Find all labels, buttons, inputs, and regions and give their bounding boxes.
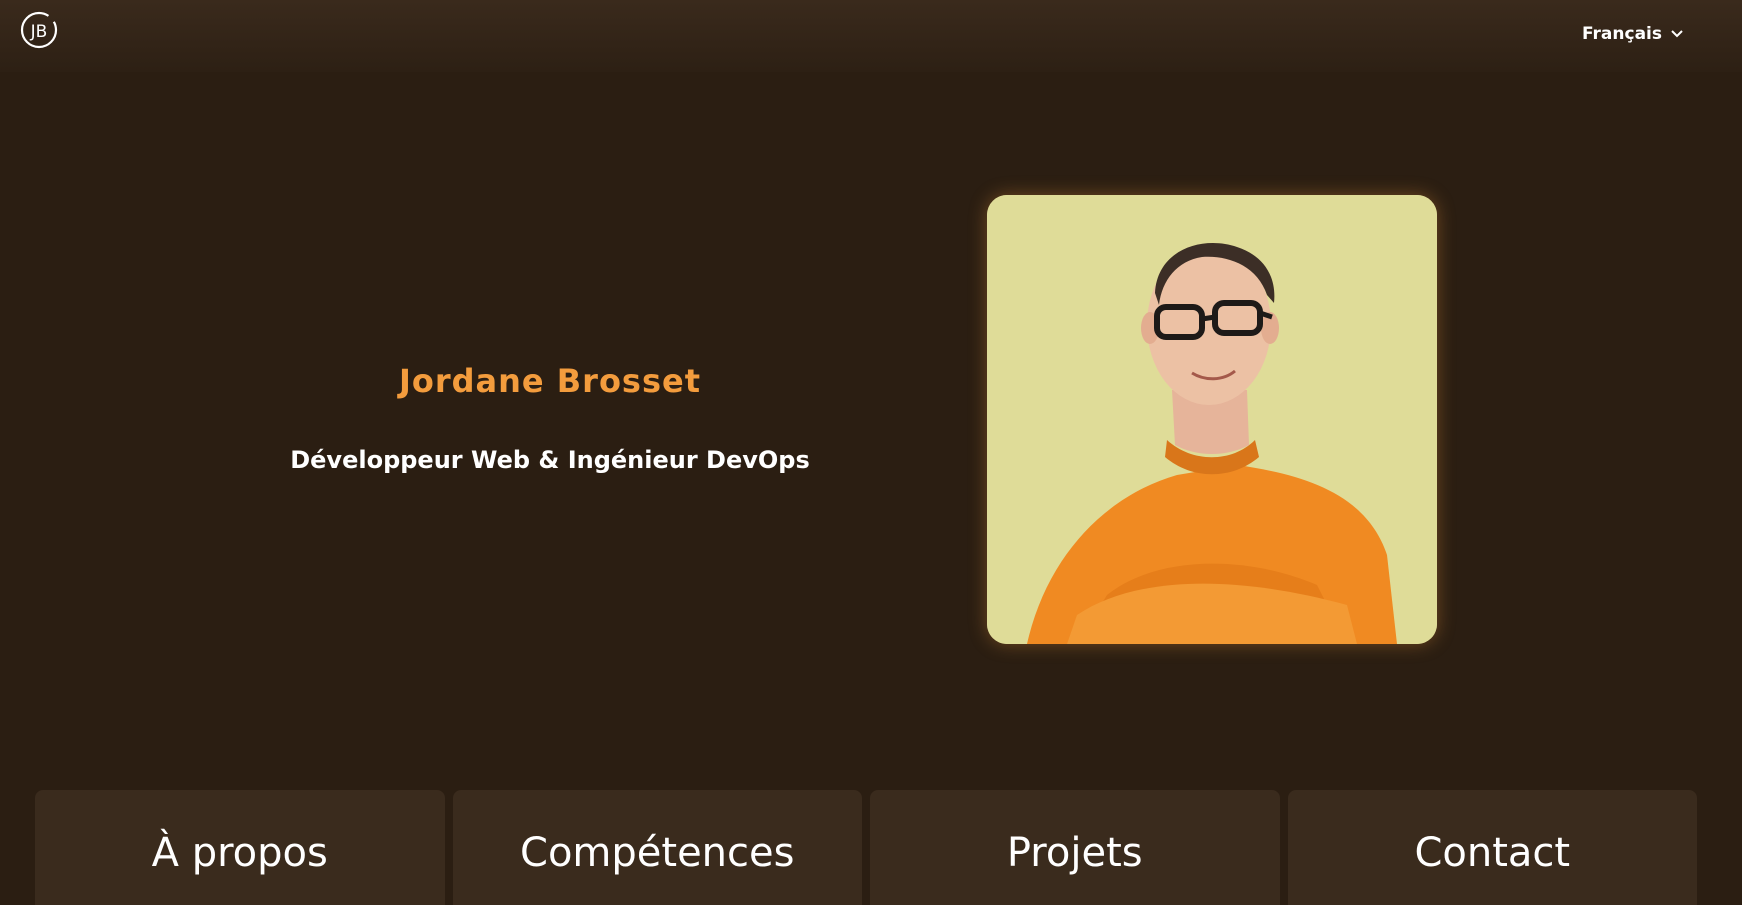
profile-photo [987,195,1437,644]
card-contact[interactable]: Contact [1287,790,1697,905]
hero-subtitle: Développeur Web & Ingénieur DevOps [290,446,810,474]
card-label: À propos [151,830,328,876]
page: JB Français Jordane Brosset Développeur … [0,0,1742,905]
language-label: Français [1582,24,1662,44]
chevron-down-icon [1671,30,1683,38]
logo[interactable]: JB [19,10,59,50]
card-label: Projets [1006,830,1143,876]
top-bar: JB Français [0,0,1742,72]
card-competences[interactable]: Compétences [452,790,862,905]
card-projets[interactable]: Projets [870,790,1280,905]
card-label: Contact [1414,830,1571,876]
hero-name: Jordane Brosset [398,362,702,400]
language-selector[interactable]: Français [1582,24,1684,44]
logo-text: JB [30,22,48,42]
portrait-image [987,195,1437,644]
logo-icon: JB [20,11,58,49]
section-nav: À propos Compétences Projets Contact [35,790,1697,905]
card-a-propos[interactable]: À propos [35,790,445,905]
card-label: Compétences [520,830,795,876]
